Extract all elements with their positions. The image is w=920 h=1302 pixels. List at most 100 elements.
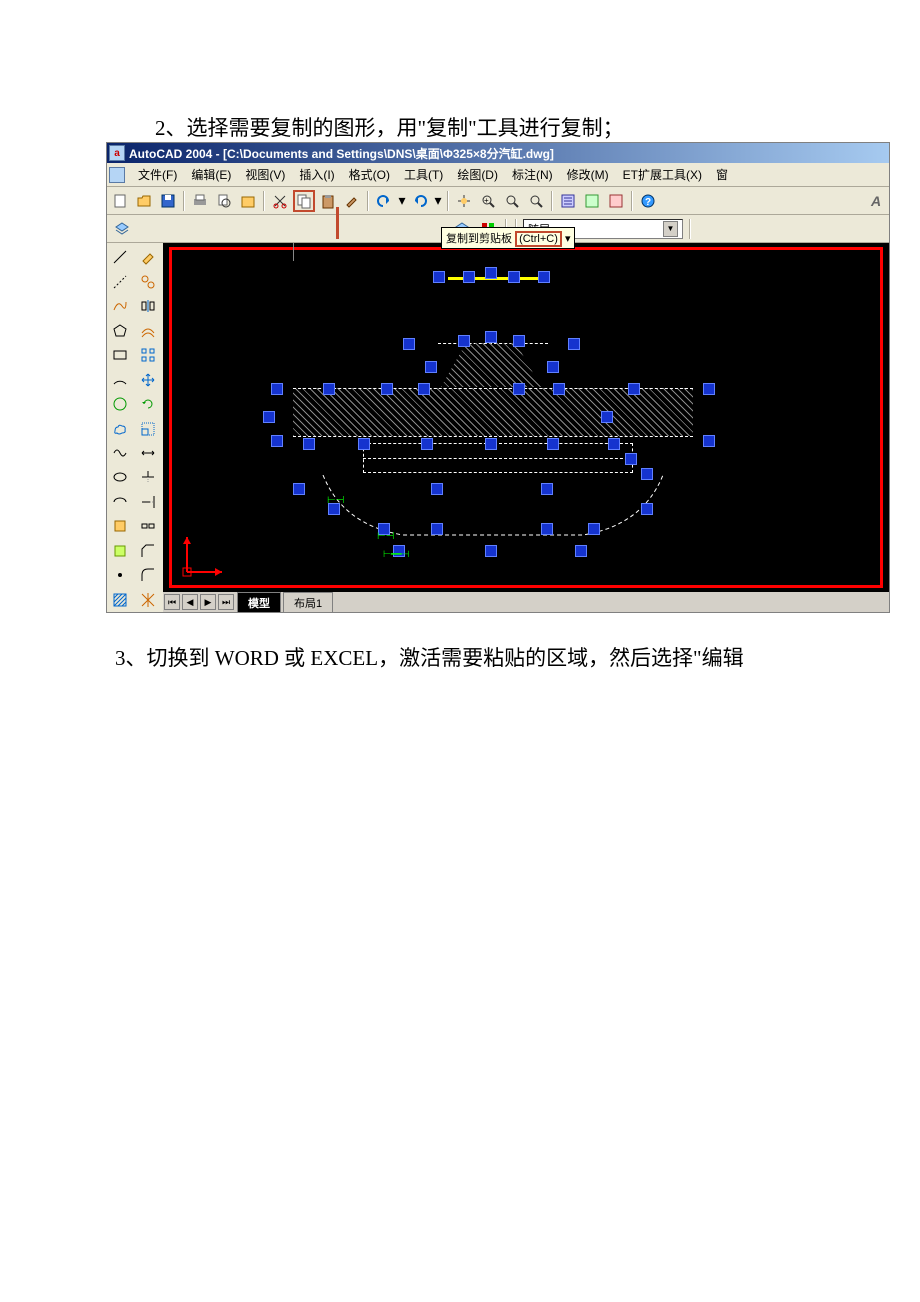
drawing-canvas[interactable]: ⊢⊣ ⊢⊣ ⊢━━⊣ www.bdocx.com ⏮ ◀ ▶ ⏭ 模型 布局1 [163, 243, 889, 612]
menu-file[interactable]: 文件(F) [131, 164, 184, 185]
grip[interactable] [271, 435, 283, 447]
grip[interactable] [485, 331, 497, 343]
rotate-button[interactable] [136, 393, 160, 415]
menu-format[interactable]: 格式(O) [342, 164, 397, 185]
grip[interactable] [485, 545, 497, 557]
grip[interactable] [303, 438, 315, 450]
menu-modify[interactable]: 修改(M) [560, 164, 616, 185]
grip[interactable] [541, 523, 553, 535]
ellipse-button[interactable] [108, 466, 132, 488]
trim-button[interactable] [136, 466, 160, 488]
grip[interactable] [568, 338, 580, 350]
grip[interactable] [575, 545, 587, 557]
grip[interactable] [381, 383, 393, 395]
tab-layout1[interactable]: 布局1 [283, 592, 333, 613]
mirror-button[interactable] [136, 295, 160, 317]
grip[interactable] [263, 411, 275, 423]
grip[interactable] [628, 383, 640, 395]
grip[interactable] [508, 271, 520, 283]
grip[interactable] [418, 383, 430, 395]
stretch-button[interactable] [136, 442, 160, 464]
redo-button[interactable] [409, 190, 431, 212]
grip[interactable] [485, 267, 497, 279]
spline-button[interactable] [108, 442, 132, 464]
grip[interactable] [625, 453, 637, 465]
explode-button[interactable] [136, 589, 160, 611]
ellipse-arc-button[interactable] [108, 491, 132, 513]
pan-button[interactable] [453, 190, 475, 212]
zoom-window-button[interactable] [501, 190, 523, 212]
point-button[interactable] [108, 564, 132, 586]
text-style-button[interactable]: A [865, 190, 887, 212]
zoom-prev-button[interactable] [525, 190, 547, 212]
menu-draw[interactable]: 绘图(D) [450, 164, 505, 185]
menu-window[interactable]: 窗 [709, 164, 735, 185]
grip[interactable] [608, 438, 620, 450]
redo-dropdown[interactable]: ▾ [433, 190, 443, 212]
tab-first[interactable]: ⏮ [164, 594, 180, 610]
grip[interactable] [601, 411, 613, 423]
properties-button[interactable] [557, 190, 579, 212]
grip[interactable] [547, 438, 559, 450]
help-button[interactable]: ? [637, 190, 659, 212]
grip[interactable] [323, 383, 335, 395]
layer-button[interactable] [111, 218, 133, 240]
grip[interactable] [431, 523, 443, 535]
match-button[interactable] [341, 190, 363, 212]
undo-button[interactable] [373, 190, 395, 212]
grip[interactable] [271, 383, 283, 395]
menu-insert[interactable]: 插入(I) [292, 164, 341, 185]
erase-button[interactable] [136, 246, 160, 268]
grip[interactable] [553, 383, 565, 395]
grip[interactable] [588, 523, 600, 535]
open-button[interactable] [133, 190, 155, 212]
publish-button[interactable] [237, 190, 259, 212]
menu-view[interactable]: 视图(V) [238, 164, 292, 185]
chamfer-button[interactable] [136, 540, 160, 562]
line-button[interactable] [108, 246, 132, 268]
tool-palette-button[interactable] [605, 190, 627, 212]
tab-prev[interactable]: ◀ [182, 594, 198, 610]
revcloud-button[interactable] [108, 417, 132, 439]
pline-button[interactable] [108, 295, 132, 317]
block-button[interactable] [108, 540, 132, 562]
new-button[interactable] [109, 190, 131, 212]
grip[interactable] [541, 483, 553, 495]
grip[interactable] [293, 483, 305, 495]
move-button[interactable] [136, 368, 160, 390]
grip[interactable] [513, 335, 525, 347]
cut-button[interactable] [269, 190, 291, 212]
grip[interactable] [547, 361, 559, 373]
save-button[interactable] [157, 190, 179, 212]
insert-button[interactable] [108, 515, 132, 537]
zoom-realtime-button[interactable]: + [477, 190, 499, 212]
circle-button[interactable] [108, 393, 132, 415]
grip[interactable] [641, 503, 653, 515]
grip[interactable] [458, 335, 470, 347]
control-menu-icon[interactable] [109, 167, 125, 183]
fillet-button[interactable] [136, 564, 160, 586]
grip[interactable] [431, 483, 443, 495]
print-button[interactable] [189, 190, 211, 212]
hatch-button[interactable] [108, 589, 132, 611]
menu-dimension[interactable]: 标注(N) [505, 164, 560, 185]
grip[interactable] [703, 383, 715, 395]
grip[interactable] [513, 383, 525, 395]
menu-tools[interactable]: 工具(T) [397, 164, 450, 185]
tab-model[interactable]: 模型 [237, 592, 281, 613]
grip[interactable] [358, 438, 370, 450]
preview-button[interactable] [213, 190, 235, 212]
scale-button[interactable] [136, 417, 160, 439]
polygon-button[interactable] [108, 319, 132, 341]
tab-next[interactable]: ▶ [200, 594, 216, 610]
grip[interactable] [425, 361, 437, 373]
arc-button[interactable] [108, 368, 132, 390]
rectangle-button[interactable] [108, 344, 132, 366]
grip[interactable] [463, 271, 475, 283]
tab-last[interactable]: ⏭ [218, 594, 234, 610]
copy-obj-button[interactable] [136, 270, 160, 292]
design-center-button[interactable] [581, 190, 603, 212]
array-button[interactable] [136, 344, 160, 366]
grip[interactable] [703, 435, 715, 447]
menu-edit[interactable]: 编辑(E) [184, 164, 238, 185]
